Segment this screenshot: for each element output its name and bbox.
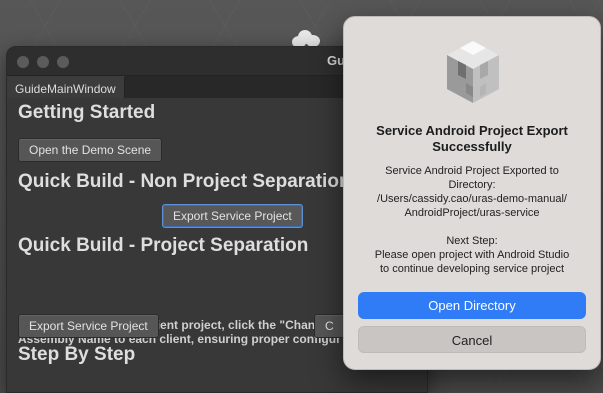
dialog-message: Service Android Project Exported to Dire… bbox=[352, 164, 592, 276]
heading-quick-build-separation: Quick Build - Project Separation bbox=[18, 235, 309, 256]
cancel-button[interactable]: Cancel bbox=[358, 326, 586, 353]
message-line: to continue developing service project bbox=[379, 263, 565, 275]
message-line: Service Android Project Exported to bbox=[385, 165, 559, 177]
zoom-window-button[interactable] bbox=[57, 56, 69, 68]
open-demo-scene-button[interactable]: Open the Demo Scene bbox=[18, 138, 163, 162]
export-success-dialog: Service Android Project Export Successfu… bbox=[343, 16, 601, 370]
tab-guide-main-window[interactable]: GuideMainWindow bbox=[7, 76, 125, 98]
message-line: /Users/cassidy.cao/uras-demo-manual/ bbox=[377, 193, 567, 205]
heading-step-by-step: Step By Step bbox=[18, 344, 136, 365]
cloud-icon bbox=[288, 28, 322, 48]
dialog-title-line: Successfully bbox=[432, 139, 512, 154]
close-window-button[interactable] bbox=[17, 56, 29, 68]
heading-quick-build-non-separation: Quick Build - Non Project Separation bbox=[18, 171, 351, 192]
export-service-project-button-2[interactable]: Export Service Project bbox=[18, 314, 159, 338]
message-line: AndroidProject/uras-service bbox=[404, 207, 540, 219]
dialog-title-line: Service Android Project Export bbox=[376, 123, 568, 138]
message-line: Directory: bbox=[448, 179, 496, 191]
minimize-window-button[interactable] bbox=[37, 56, 49, 68]
unity-cube-icon bbox=[447, 41, 499, 103]
message-line: Next Step: bbox=[446, 235, 498, 247]
export-service-project-button[interactable]: Export Service Project bbox=[162, 204, 303, 228]
heading-getting-started: Getting Started bbox=[18, 102, 156, 123]
open-directory-button[interactable]: Open Directory bbox=[358, 292, 586, 319]
message-line: Please open project with Android Studio bbox=[374, 249, 570, 261]
dialog-title: Service Android Project Export Successfu… bbox=[354, 123, 590, 155]
